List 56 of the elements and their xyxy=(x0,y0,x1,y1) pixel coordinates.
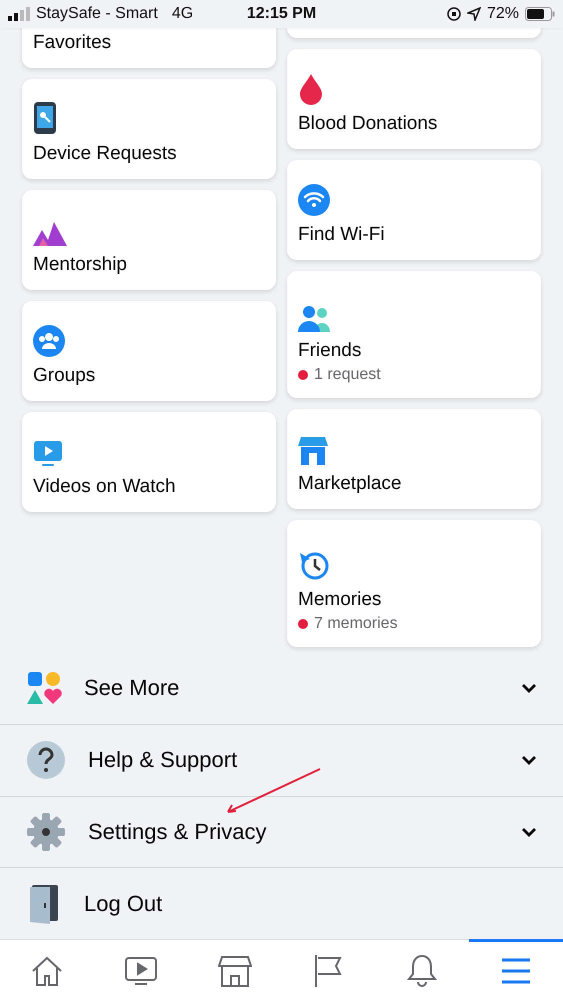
video-icon xyxy=(124,955,158,987)
location-icon xyxy=(466,7,481,21)
shortcut-title: Favorites xyxy=(33,32,112,54)
menu-row[interactable]: Settings & Privacy xyxy=(0,796,563,868)
shortcut-card[interactable]: Marketplace xyxy=(287,409,541,509)
shop-icon xyxy=(298,437,328,465)
settings-icon xyxy=(26,812,66,852)
shortcut-subtitle: 7 memories xyxy=(314,615,398,633)
blood-drop-icon xyxy=(298,73,324,105)
shortcut-title: Blood Donations xyxy=(298,113,438,135)
shop-icon xyxy=(218,955,252,987)
shortcut-card[interactable]: Favorites xyxy=(22,28,276,68)
shortcut-title: Friends xyxy=(298,340,362,362)
menu-icon xyxy=(501,958,532,984)
clock-time: 12:15 PM xyxy=(246,5,316,23)
menu-row[interactable]: See More xyxy=(0,653,563,724)
notification-dot xyxy=(298,619,308,629)
rotation-lock-icon xyxy=(446,7,461,21)
battery-icon xyxy=(525,7,555,21)
shortcut-card[interactable]: Find Wi-Fi xyxy=(287,160,541,260)
shortcut-title: Videos on Watch xyxy=(33,476,177,498)
shortcut-title: Marketplace xyxy=(298,473,402,495)
notification-dot xyxy=(298,370,308,380)
shortcut-card[interactable]: Mentorship xyxy=(22,190,276,290)
shortcut-card[interactable]: Memories 7 memories xyxy=(287,520,541,647)
home-icon xyxy=(30,955,64,987)
shortcut-title: Find Wi-Fi xyxy=(298,224,386,246)
shortcut-card[interactable]: Videos on Watch xyxy=(22,412,276,512)
menu-label: Help & Support xyxy=(88,747,238,774)
network-type: 4G xyxy=(172,5,194,23)
video-icon xyxy=(33,440,63,468)
menu-label: See More xyxy=(84,675,180,702)
menu-label: Log Out xyxy=(84,890,164,917)
bell-icon xyxy=(407,954,438,988)
flag-icon xyxy=(313,954,344,988)
shortcut-card[interactable]: Friends 1 request xyxy=(287,271,541,398)
shortcut-title: Device Requests xyxy=(33,143,178,165)
shortcut-subtitle: 1 request xyxy=(314,366,381,384)
menu-row[interactable]: Help & Support xyxy=(0,724,563,796)
shortcut-title: Memories xyxy=(298,589,382,611)
shortcut-card[interactable]: Device Requests xyxy=(22,79,276,179)
group-icon xyxy=(33,325,65,357)
wifi-icon xyxy=(298,184,330,216)
shortcut-card[interactable]: Blood Donations xyxy=(287,49,541,149)
menu-label: Settings & Privacy xyxy=(88,818,268,845)
battery-percent: 72% xyxy=(486,5,519,23)
phone-icon xyxy=(33,101,57,135)
shortcut-card[interactable]: Groups xyxy=(22,301,276,401)
mountains-icon xyxy=(33,222,67,246)
help-icon xyxy=(26,740,66,780)
shortcut-title: Mentorship xyxy=(33,254,128,276)
shortcut-title: Groups xyxy=(33,365,96,387)
signal-icon xyxy=(8,7,30,21)
carrier-name: StaySafe - Smart xyxy=(36,5,158,23)
shapes-icon xyxy=(26,670,62,706)
people-icon xyxy=(298,306,332,332)
